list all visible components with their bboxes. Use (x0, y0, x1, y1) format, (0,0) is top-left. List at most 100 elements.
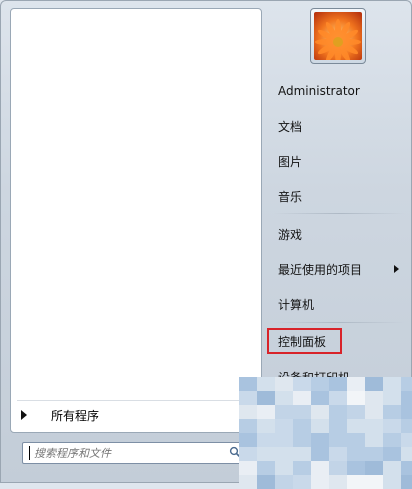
mosaic-tile (239, 377, 257, 391)
mosaic-tile (365, 475, 383, 489)
menu-item-label: 图片 (278, 154, 303, 169)
mosaic-tile (401, 447, 412, 461)
menu-item-games[interactable]: 游戏 (269, 220, 409, 248)
mosaic-tile (239, 475, 257, 489)
mosaic-tile (275, 377, 293, 391)
start-menu: 所有程序 搜索程序和文件 Administrator 文档 图片 音乐 游戏 最… (0, 0, 412, 489)
mosaic-tile (365, 461, 383, 475)
mosaic-tile (293, 377, 311, 391)
mosaic-tile (311, 419, 329, 433)
mosaic-tile (383, 405, 401, 419)
mosaic-tile (293, 475, 311, 489)
mosaic-tile (293, 433, 311, 447)
mosaic-tile (311, 391, 329, 405)
menu-item-label: 最近使用的项目 (278, 262, 363, 277)
menu-item-label: 计算机 (278, 297, 315, 312)
mosaic-tile (311, 377, 329, 391)
mosaic-tile (347, 419, 365, 433)
mosaic-tile (239, 447, 257, 461)
mosaic-tile (275, 391, 293, 405)
menu-item-music[interactable]: 音乐 (269, 182, 409, 210)
mosaic-tile (365, 391, 383, 405)
mosaic-tile (329, 461, 347, 475)
mosaic-tile (257, 391, 275, 405)
menu-item-recent-items[interactable]: 最近使用的项目 (269, 255, 409, 283)
menu-item-label: 游戏 (278, 227, 303, 242)
mosaic-tile (401, 405, 412, 419)
mosaic-tile (347, 433, 365, 447)
mosaic-tile (365, 377, 383, 391)
mosaic-tile (329, 433, 347, 447)
search-input[interactable] (30, 446, 224, 460)
mosaic-tile (401, 377, 412, 391)
mosaic-tile (365, 405, 383, 419)
mosaic-tile (257, 405, 275, 419)
mosaic-tile (401, 419, 412, 433)
mosaic-tile (293, 461, 311, 475)
mosaic-tile (401, 475, 412, 489)
mosaic-tile (293, 391, 311, 405)
mosaic-tile (401, 461, 412, 475)
all-programs-button[interactable]: 所有程序 (13, 403, 259, 427)
menu-item-documents[interactable]: 文档 (269, 112, 409, 140)
mosaic-tile (347, 447, 365, 461)
mosaic-tile (383, 433, 401, 447)
mosaic-tile (257, 377, 275, 391)
mosaic-tile (383, 419, 401, 433)
mosaic-tile (347, 461, 365, 475)
mosaic-tile (329, 447, 347, 461)
menu-separator (273, 213, 405, 214)
mosaic-tile (239, 461, 257, 475)
highlight-box (267, 328, 342, 354)
mosaic-tile (401, 391, 412, 405)
all-programs-label: 所有程序 (51, 408, 100, 423)
menu-item-label: 音乐 (278, 189, 303, 204)
submenu-arrow-icon (394, 265, 399, 273)
mosaic-tile (257, 475, 275, 489)
menu-item-pictures[interactable]: 图片 (269, 147, 409, 175)
mosaic-tile (383, 391, 401, 405)
mosaic-tile (329, 475, 347, 489)
mosaic-tile (311, 475, 329, 489)
mosaic-tile (383, 461, 401, 475)
mosaic-tile (239, 433, 257, 447)
mosaic-tile (383, 377, 401, 391)
mosaic-tile (347, 377, 365, 391)
mosaic-tile (257, 447, 275, 461)
menu-separator (273, 322, 405, 323)
user-name-link[interactable]: Administrator (269, 77, 409, 105)
mosaic-tile (383, 475, 401, 489)
menu-item-computer[interactable]: 计算机 (269, 290, 409, 318)
mosaic-tile (311, 447, 329, 461)
mosaic-tile (365, 419, 383, 433)
mosaic-tile (275, 447, 293, 461)
mosaic-tile (311, 433, 329, 447)
mosaic-tile (401, 433, 412, 447)
mosaic-tile (311, 405, 329, 419)
mosaic-tile (275, 461, 293, 475)
menu-item-label: 文档 (278, 119, 303, 134)
user-name-label: Administrator (278, 84, 360, 98)
all-programs-divider (17, 400, 247, 401)
mosaic-tile (311, 461, 329, 475)
mosaic-tile (293, 419, 311, 433)
mosaic-tile (329, 377, 347, 391)
mosaic-tile (275, 419, 293, 433)
mosaic-tile (275, 475, 293, 489)
avatar[interactable] (310, 8, 366, 64)
right-arrow-icon (21, 410, 27, 420)
search-box[interactable] (22, 442, 246, 464)
mosaic-tile (365, 433, 383, 447)
mosaic-tile (329, 419, 347, 433)
mosaic-tile (257, 419, 275, 433)
flower-avatar-icon (314, 12, 362, 60)
pixelated-region (239, 377, 412, 489)
mosaic-tile (239, 405, 257, 419)
mosaic-tile (275, 433, 293, 447)
mosaic-tile (257, 433, 275, 447)
mosaic-tile (329, 391, 347, 405)
mosaic-tile (347, 391, 365, 405)
mosaic-tile (365, 447, 383, 461)
mosaic-tile (293, 447, 311, 461)
mosaic-tile (383, 447, 401, 461)
